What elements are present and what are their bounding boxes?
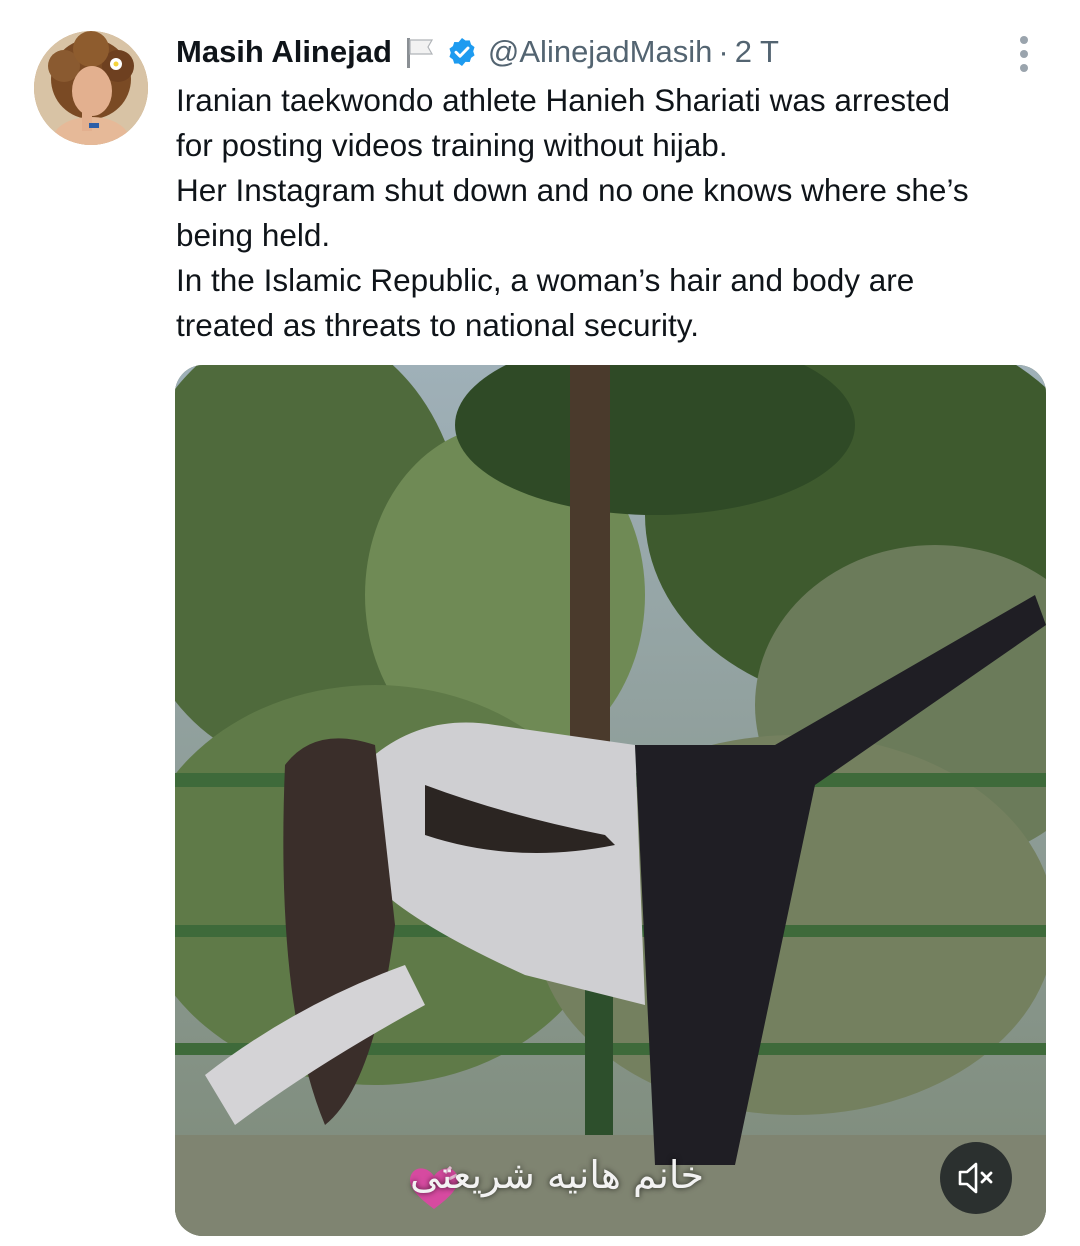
video-caption: خانم هانیه شریعتی <box>410 1153 704 1197</box>
author-handle[interactable]: @AlinejadMasih <box>488 34 712 70</box>
white-flag-icon <box>406 38 433 68</box>
avatar-image <box>34 31 148 145</box>
tweet-line: Her Instagram shut down and no one knows… <box>176 172 969 208</box>
tweet-line: for posting videos training without hija… <box>176 127 728 163</box>
author-name[interactable]: Masih Alinejad <box>176 34 392 70</box>
tweet-line: In the Islamic Republic, a woman’s hair … <box>176 262 915 298</box>
video-frame <box>175 365 1046 1236</box>
mute-button[interactable] <box>940 1142 1012 1214</box>
tweet-line: treated as threats to national security. <box>176 307 699 343</box>
dot-separator: · <box>718 34 729 69</box>
avatar[interactable] <box>34 31 148 145</box>
tweet-text: Iranian taekwondo athlete Hanieh Shariat… <box>176 78 1056 348</box>
verified-badge-icon[interactable] <box>446 36 478 68</box>
video-player[interactable]: خانم هانیه شریعتی <box>175 365 1046 1236</box>
speaker-muted-icon <box>958 1162 993 1194</box>
tweet-line: being held. <box>176 217 331 253</box>
tweet-header: Masih Alinejad @AlinejadMasih · 2 T <box>176 28 1040 76</box>
more-options-icon[interactable] <box>1012 34 1036 74</box>
tweet-line: Iranian taekwondo athlete Hanieh Shariat… <box>176 82 950 118</box>
timestamp[interactable]: 2 T <box>735 34 779 70</box>
